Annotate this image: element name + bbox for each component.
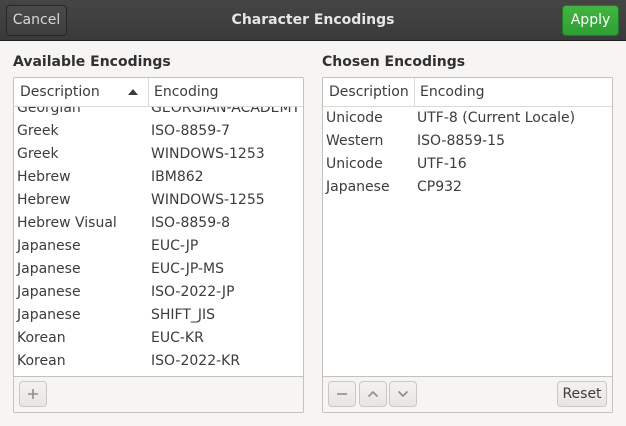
remove-encoding-button[interactable]: [328, 381, 356, 407]
row-encoding: UTF-16: [417, 156, 467, 172]
row-encoding: ISO-2022-JP: [151, 284, 235, 300]
available-encodings-list[interactable]: Georgian GEORGIAN-ACADEMY Greek ISO-8859-7 G…: [14, 107, 303, 376]
row-description: Korean: [17, 353, 66, 369]
chosen-description-column-header[interactable]: Description: [323, 78, 414, 106]
table-row[interactable]: Western ISO-8859-15: [323, 130, 612, 153]
plus-icon: [20, 388, 46, 400]
table-row[interactable]: Hebrew Visual ISO-8859-8: [14, 212, 303, 235]
row-encoding: IBM862: [151, 169, 204, 185]
dialog-title: Character Encodings: [231, 12, 395, 28]
chosen-encodings-title: Chosen Encodings: [322, 54, 466, 70]
sort-ascending-icon: [128, 89, 138, 95]
row-description: Western: [326, 133, 384, 149]
row-description: Unicode: [326, 156, 383, 172]
move-down-button[interactable]: [389, 381, 417, 407]
chevron-down-icon: [390, 388, 416, 400]
row-encoding: EUC-KR: [151, 330, 204, 346]
minus-icon: [329, 388, 355, 400]
chosen-toolbar: Reset: [323, 376, 612, 412]
move-up-button[interactable]: [359, 381, 387, 407]
row-encoding: ISO-8859-15: [417, 133, 505, 149]
row-description: Japanese: [17, 238, 81, 254]
row-description: Georgian: [17, 107, 81, 116]
available-description-header-label: Description: [20, 84, 100, 100]
table-row[interactable]: Greek ISO-8859-7: [14, 120, 303, 143]
row-encoding: EUC-JP-MS: [151, 261, 224, 277]
available-column-header: Description Encoding: [14, 78, 303, 107]
header-bar: Cancel Character Encodings Apply: [0, 0, 626, 41]
chevron-up-icon: [360, 388, 386, 400]
row-description: Japanese: [17, 284, 81, 300]
reset-button[interactable]: Reset: [557, 381, 607, 407]
chosen-column-header: Description Encoding: [323, 78, 612, 107]
row-encoding: GEORGIAN-ACADEMY: [151, 107, 301, 116]
chosen-encoding-header-label: Encoding: [420, 84, 485, 100]
row-description: Greek: [17, 123, 59, 139]
row-description: Hebrew: [17, 192, 71, 208]
row-encoding: WINDOWS-1255: [151, 192, 265, 208]
chosen-encodings-panel: Description Encoding Unicode UTF-8 (Curre…: [322, 77, 613, 413]
chosen-encodings-list[interactable]: Unicode UTF-8 (Current Locale) Western ISO-…: [323, 107, 612, 376]
row-encoding: UTF-8 (Current Locale): [417, 110, 576, 126]
row-description: Japanese: [17, 307, 81, 323]
row-description: Greek: [17, 146, 59, 162]
table-row[interactable]: Hebrew WINDOWS-1255: [14, 189, 303, 212]
table-row[interactable]: Unicode UTF-16: [323, 153, 612, 176]
table-row[interactable]: Japanese EUC-JP: [14, 235, 303, 258]
table-row[interactable]: Japanese ISO-2022-JP: [14, 281, 303, 304]
add-encoding-button[interactable]: [19, 381, 47, 407]
row-description: Hebrew: [17, 169, 71, 185]
row-description: Unicode: [326, 110, 383, 126]
row-encoding: EUC-JP: [151, 238, 199, 254]
chosen-description-header-label: Description: [329, 84, 409, 100]
row-description: Japanese: [326, 179, 390, 195]
row-description: Japanese: [17, 261, 81, 277]
row-encoding: ISO-2022-KR: [151, 353, 241, 369]
available-toolbar: [14, 376, 303, 412]
row-encoding: SHIFT_JIS: [151, 307, 216, 323]
table-row[interactable]: Unicode UTF-8 (Current Locale): [323, 107, 612, 130]
table-row[interactable]: Hebrew IBM862: [14, 166, 303, 189]
table-row[interactable]: Korean ISO-2022-KR: [14, 350, 303, 373]
row-encoding: WINDOWS-1253: [151, 146, 265, 162]
table-row[interactable]: Greek WINDOWS-1253: [14, 143, 303, 166]
table-row[interactable]: Japanese EUC-JP-MS: [14, 258, 303, 281]
available-encodings-title: Available Encodings: [13, 54, 171, 70]
available-encoding-column-header[interactable]: Encoding: [148, 78, 303, 106]
table-row[interactable]: Korean EUC-KR: [14, 327, 303, 350]
cancel-button[interactable]: Cancel: [6, 5, 67, 36]
row-description: Hebrew Visual: [17, 215, 117, 231]
apply-button[interactable]: Apply: [562, 5, 619, 36]
row-description: Korean: [17, 330, 66, 346]
table-row[interactable]: Japanese CP932: [323, 176, 612, 199]
available-encoding-header-label: Encoding: [154, 84, 219, 100]
table-row[interactable]: Georgian GEORGIAN-ACADEMY: [14, 107, 303, 120]
chosen-encoding-column-header[interactable]: Encoding: [414, 78, 612, 106]
table-row[interactable]: Japanese SHIFT_JIS: [14, 304, 303, 327]
row-encoding: ISO-8859-7: [151, 123, 231, 139]
row-encoding: ISO-8859-8: [151, 215, 231, 231]
available-encodings-panel: Description Encoding Georgian GEORGIAN-AC…: [13, 77, 304, 413]
row-encoding: CP932: [417, 179, 462, 195]
